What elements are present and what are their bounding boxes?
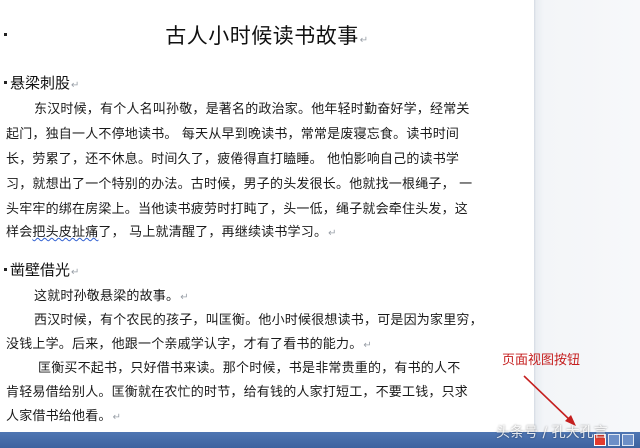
annotation-label: 页面视图按钮 [502, 353, 581, 368]
section-heading-1: 悬梁刺股↵ [10, 74, 80, 92]
watermark: 头条号 / 孔大孔言 [496, 425, 608, 441]
text-line: 长，劳累了，还不休息。时间久了，疲倦得直打瞌睡。 他怕影响自己的读书学 [6, 152, 460, 167]
text-line: 匡衡买不起书，只好借书来读。那个时候，书是非常贵重的，有书的人不 [38, 361, 461, 376]
heading-bullet [4, 81, 7, 84]
text-line: 东汉时候，有个人名叫孙敬，是著名的政治家。他年轻时勤奋好学，经常关 [34, 102, 470, 117]
section-heading-2: 凿壁借光↵ [10, 261, 80, 279]
text-line: 习，就想出了一个特别的办法。古时候，男子的头发很长。他就找一根绳子， 一 [6, 177, 473, 192]
document-title: 古人小时候读书故事↵ [165, 24, 369, 48]
heading-bullet [4, 268, 7, 271]
spellcheck-underline[interactable]: 把头皮扯痛 [32, 225, 98, 240]
document-page[interactable]: 古人小时候读书故事↵ 悬梁刺股↵ 东汉时候，有个人名叫孙敬，是著名的政治家。他年… [0, 0, 534, 432]
text-line: 西汉时候，有个农民的孩子，叫匡衡。他小时候很想读书，可是因为家里穷， [34, 313, 483, 328]
paragraph-mark: ↵ [359, 35, 369, 46]
text-line: 肯轻易借给别人。匡衡就在农忙的时节，给有钱的人家打短工，不要工钱，只求 [6, 385, 469, 400]
text-line: 这就时孙敬悬梁的故事。↵ [34, 289, 189, 304]
outline-view-button[interactable] [622, 434, 634, 446]
text-line: 没钱上学。后来，他跟一个亲戚学认字，才有了看书的能力。↵ [6, 337, 372, 352]
web-view-button[interactable] [608, 434, 620, 446]
text-line: 头牢牢的绑在房梁上。当他读书疲劳时打盹了，头一低，绳子就会牵住头发，这 [6, 202, 469, 217]
text-line: 人家借书给他看。↵ [6, 409, 122, 424]
text-line: 起门，独自一人不停地读书。 每天从早到晚读书，常常是废寝忘食。读书时间 [6, 127, 460, 142]
text-line: 样会把头皮扯痛了， 马上就清醒了，再继续读书学习。↵ [6, 225, 337, 240]
arrow-icon [523, 375, 576, 426]
